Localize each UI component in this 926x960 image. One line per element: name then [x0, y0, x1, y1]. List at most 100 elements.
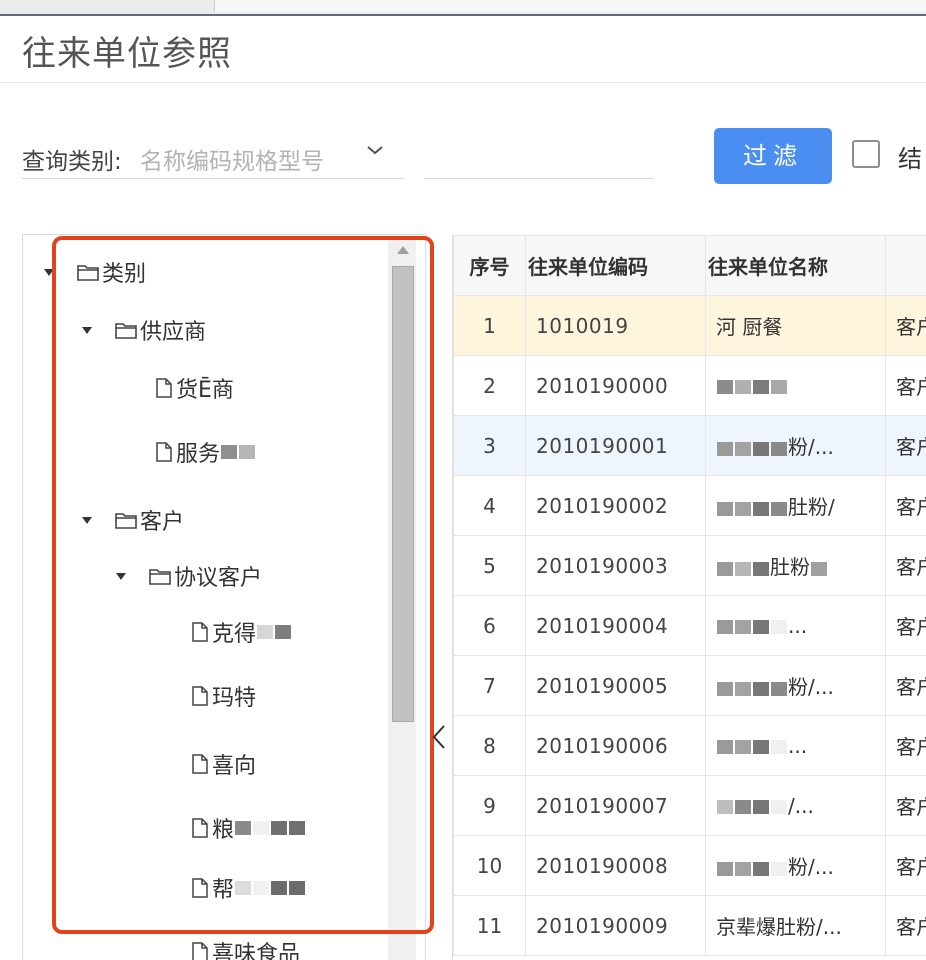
search-input[interactable] [424, 178, 654, 179]
row-number: 11 [453, 895, 526, 956]
table-row[interactable]: 9 2010190007 /... 客户 [453, 775, 926, 836]
unit-name: 肚粉 [705, 535, 886, 596]
unit-code: 2010190004 [525, 595, 706, 656]
unit-name-text: 粉/... [788, 435, 834, 459]
unit-type: 客户 [885, 295, 926, 356]
table-row[interactable]: 7 2010190005 粉/... 客户 [453, 655, 926, 716]
unit-name-text: /... [788, 793, 814, 818]
redaction-block [771, 501, 787, 516]
redaction-block [753, 620, 769, 634]
row-number: 9 [453, 775, 526, 836]
redaction-block [717, 380, 733, 394]
redaction-block [717, 740, 733, 754]
redaction-block [753, 800, 769, 814]
redaction-block [735, 441, 751, 456]
query-type-underline [22, 178, 404, 179]
redaction-block [771, 620, 787, 634]
redaction-block [735, 861, 751, 876]
unit-name: 河 厨餐 [705, 295, 886, 356]
unit-code: 2010190007 [525, 775, 706, 836]
unit-code: 2010190000 [525, 355, 706, 416]
unit-type: 客户 [885, 415, 926, 476]
table-row[interactable]: 4 2010190002 肚粉/ 客户 [453, 475, 926, 536]
redaction-block [735, 800, 751, 814]
page-title: 往来单位参照 [22, 34, 232, 74]
row-number: 10 [453, 835, 526, 896]
table-row[interactable]: 11 2010190009 京辈爆肚粉/... 客户 [453, 895, 926, 956]
unit-name: 京辈爆肚粉/... [705, 895, 886, 956]
tree-node-customer-6[interactable]: 喜味食品 [190, 932, 300, 960]
unit-code: 1010019 [525, 295, 706, 356]
unit-code: 2010190005 [525, 655, 706, 716]
unit-code: 2010190002 [525, 475, 706, 536]
redaction-block [753, 561, 769, 576]
checkbox[interactable] [852, 140, 880, 168]
file-icon [192, 942, 208, 960]
redaction-block [717, 501, 733, 516]
redaction-block [717, 620, 733, 634]
chevron-down-icon[interactable] [362, 138, 388, 164]
table-row[interactable]: 5 2010190003 肚粉 客户 [453, 535, 926, 596]
redaction-block [717, 681, 733, 696]
query-type-select[interactable]: 名称编码规格型号 [140, 142, 324, 176]
redaction-block [735, 740, 751, 754]
column-header-type[interactable] [885, 235, 926, 296]
redaction-block [735, 501, 751, 516]
redaction-block [771, 800, 787, 814]
table-row[interactable]: 6 2010190004 ... 客户 [453, 595, 926, 656]
title-divider [0, 82, 926, 83]
table-row[interactable]: 10 2010190008 粉/... 客户 [453, 835, 926, 896]
table-row[interactable]: 8 2010190006 ... 客户 [453, 715, 926, 776]
redaction-block [735, 380, 751, 394]
unit-name: /... [705, 775, 886, 836]
unit-name: 粉/... [705, 835, 886, 896]
row-number: 4 [453, 475, 526, 536]
tab-strip [214, 0, 926, 12]
redaction-block [735, 681, 751, 696]
row-number: 1 [453, 295, 526, 356]
unit-code: 2010190001 [525, 415, 706, 476]
redaction-block [771, 380, 787, 394]
redaction-block [753, 861, 769, 876]
unit-name-text: 肚粉 [770, 555, 810, 579]
unit-name: 肚粉/ [705, 475, 886, 536]
unit-code: 2010190008 [525, 835, 706, 896]
redaction-block [753, 740, 769, 754]
redaction-block [771, 441, 787, 456]
table-row[interactable]: 3 2010190001 粉/... 客户 [453, 415, 926, 476]
redaction-block [717, 441, 733, 456]
query-type-label: 查询类别: [22, 149, 122, 175]
redaction-block [735, 620, 751, 634]
annotation-highlight-box [52, 236, 434, 934]
column-header-name[interactable]: 往来单位名称 [705, 235, 886, 296]
unit-code: 2010190003 [525, 535, 706, 596]
unit-name-text: 粉/... [788, 675, 834, 699]
unit-type: 客户 [885, 775, 926, 836]
redaction-block [811, 561, 827, 576]
unit-name-text: 肚粉/ [788, 495, 835, 519]
column-header-no[interactable]: 序号 [453, 235, 526, 296]
table-row[interactable]: 2 2010190000 客户 [453, 355, 926, 416]
unit-name: ... [705, 715, 886, 776]
checkbox-label: 结 [898, 145, 922, 173]
table-row[interactable]: 1 1010019 河 厨餐 客户 [453, 295, 926, 356]
redaction-block [771, 861, 787, 876]
unit-type: 客户 [885, 715, 926, 776]
unit-name: 粉/... [705, 655, 886, 716]
unit-name-text: ... [788, 733, 808, 758]
filter-button[interactable]: 过滤 [714, 128, 832, 184]
unit-name-text: ... [788, 613, 808, 638]
unit-name-text: 粉/... [788, 855, 834, 879]
unit-name: 粉/... [705, 415, 886, 476]
window-top-bar [0, 0, 926, 16]
unit-type: 客户 [885, 655, 926, 716]
row-number: 2 [453, 355, 526, 416]
row-number: 6 [453, 595, 526, 656]
column-header-code[interactable]: 往来单位编码 [525, 235, 706, 296]
unit-type: 客户 [885, 835, 926, 896]
unit-type: 客户 [885, 535, 926, 596]
redaction-block [735, 561, 751, 576]
row-number: 8 [453, 715, 526, 776]
unit-type: 客户 [885, 355, 926, 416]
collapse-left-icon[interactable] [430, 722, 448, 752]
